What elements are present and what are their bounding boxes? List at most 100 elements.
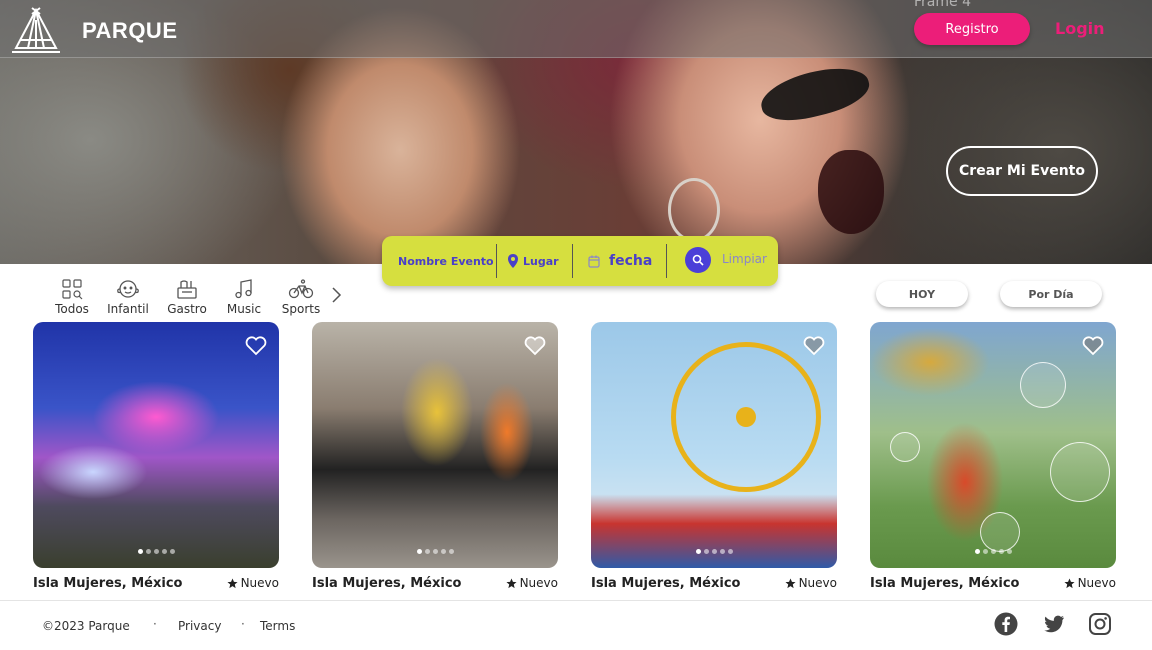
carousel-dot[interactable] [1006, 549, 1012, 554]
star-icon [1064, 577, 1075, 588]
hero-photo-detail [668, 178, 720, 242]
carousel-dot[interactable] [153, 549, 159, 554]
bubble-shape [890, 432, 920, 462]
filter-today-button[interactable]: HOY [876, 281, 968, 307]
category-todos[interactable]: Todos [44, 278, 100, 316]
place-label: Lugar [523, 254, 559, 268]
carousel-dot[interactable] [416, 549, 422, 554]
category-sports[interactable]: Sports [273, 278, 329, 316]
clear-button[interactable]: Limpiar [722, 252, 767, 266]
category-label: Todos [55, 302, 89, 316]
event-image[interactable] [33, 322, 279, 568]
login-link[interactable]: Login [1055, 19, 1105, 38]
heart-icon[interactable] [524, 336, 546, 356]
search-icon [692, 254, 704, 266]
carousel-dot[interactable] [711, 549, 717, 554]
carousel-dot[interactable] [137, 549, 143, 554]
grid-icon [62, 279, 83, 300]
carousel-dot[interactable] [719, 549, 725, 554]
event-image[interactable] [591, 322, 837, 568]
star-icon [506, 577, 517, 588]
carousel-dots [33, 549, 279, 554]
carousel-dot[interactable] [727, 549, 733, 554]
event-card[interactable]: Isla Mujeres, México Nuevo [312, 322, 558, 591]
food-icon [177, 280, 197, 299]
filter-by-day-button[interactable]: Por Día [1000, 281, 1102, 307]
event-card[interactable]: Isla Mujeres, México Nuevo [33, 322, 279, 591]
heart-icon[interactable] [1082, 336, 1104, 356]
badge-label: Nuevo [798, 576, 837, 590]
new-badge: Nuevo [227, 576, 279, 590]
chevron-right-icon[interactable] [330, 286, 342, 304]
separator-dot: · [153, 617, 157, 631]
new-badge: Nuevo [506, 576, 558, 590]
divider [496, 244, 497, 278]
carousel-dot[interactable] [440, 549, 446, 554]
category-label: Music [226, 302, 262, 316]
badge-label: Nuevo [1077, 576, 1116, 590]
separator-dot: · [241, 617, 245, 631]
facebook-icon[interactable] [994, 612, 1018, 636]
event-card[interactable]: Isla Mujeres, México Nuevo [591, 322, 837, 591]
divider [666, 244, 667, 278]
carousel-dot[interactable] [448, 549, 454, 554]
category-label: Sports [281, 302, 321, 316]
create-event-button[interactable]: Crear Mi Evento [946, 146, 1098, 196]
brand-name[interactable]: PARQUE [82, 18, 178, 44]
category-label: Gastro [167, 302, 207, 316]
event-location: Isla Mujeres, México [591, 576, 741, 591]
register-button[interactable]: Registro [914, 13, 1030, 45]
carousel-dot[interactable] [695, 549, 701, 554]
instagram-icon[interactable] [1088, 612, 1112, 636]
category-music[interactable]: Music [216, 278, 272, 316]
heart-icon[interactable] [803, 336, 825, 356]
carousel-dot[interactable] [990, 549, 996, 554]
event-search-bar: Nombre Evento Lugar fecha Limpiar [382, 236, 778, 286]
place-field[interactable]: Lugar [508, 236, 559, 286]
carousel-dot[interactable] [145, 549, 151, 554]
bubble-shape [1050, 442, 1110, 502]
category-label: Infantil [107, 302, 149, 316]
event-name-field[interactable]: Nombre Evento [398, 236, 494, 286]
carousel-dot[interactable] [432, 549, 438, 554]
date-field[interactable]: fecha [588, 236, 652, 286]
date-label: fecha [609, 253, 653, 269]
carousel-dot[interactable] [703, 549, 709, 554]
carousel-dots [591, 549, 837, 554]
carousel-dots [312, 549, 558, 554]
carousel-dots [870, 549, 1116, 554]
category-infantil[interactable]: Infantil [100, 278, 156, 316]
twitter-icon[interactable] [1042, 612, 1066, 636]
location-pin-icon [508, 254, 518, 268]
terms-link[interactable]: Terms [260, 619, 295, 633]
event-card[interactable]: Isla Mujeres, México Nuevo [870, 322, 1116, 591]
privacy-link[interactable]: Privacy [178, 619, 221, 633]
star-icon [785, 577, 796, 588]
carousel-dot[interactable] [998, 549, 1004, 554]
carousel-dot[interactable] [982, 549, 988, 554]
hero-photo-detail [756, 59, 874, 129]
carousel-dot[interactable] [169, 549, 175, 554]
hero-photo-detail [818, 150, 884, 234]
carousel-dot[interactable] [161, 549, 167, 554]
category-gastro[interactable]: Gastro [159, 278, 215, 316]
carousel-dot[interactable] [424, 549, 430, 554]
event-image[interactable] [312, 322, 558, 568]
tent-logo-icon[interactable] [10, 6, 62, 54]
divider [572, 244, 573, 278]
badge-label: Nuevo [519, 576, 558, 590]
heart-icon[interactable] [245, 336, 267, 356]
bike-icon [288, 279, 314, 299]
star-icon [227, 577, 238, 588]
event-image[interactable] [870, 322, 1116, 568]
badge-label: Nuevo [240, 576, 279, 590]
ferris-wheel-shape [671, 342, 821, 492]
event-location: Isla Mujeres, México [33, 576, 183, 591]
event-location: Isla Mujeres, México [312, 576, 462, 591]
frame-label: Frame 4 [914, 0, 971, 10]
calendar-icon [588, 255, 600, 268]
new-badge: Nuevo [1064, 576, 1116, 590]
event-name-label: Nombre Evento [398, 254, 494, 268]
carousel-dot[interactable] [974, 549, 980, 554]
search-button[interactable] [685, 247, 711, 273]
